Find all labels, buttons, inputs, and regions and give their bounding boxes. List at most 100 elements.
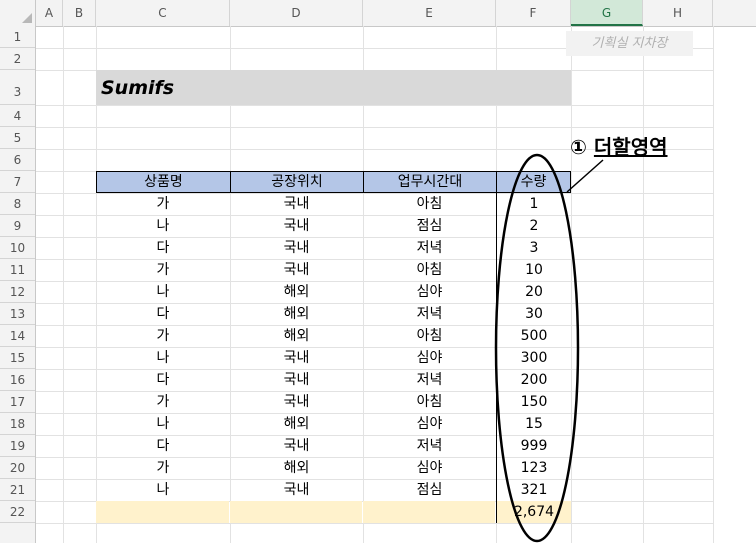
cell-product[interactable]: 나 bbox=[96, 413, 230, 435]
total-cell-factory[interactable] bbox=[230, 501, 362, 523]
row-header[interactable]: 4 bbox=[0, 105, 35, 127]
cell-quantity[interactable]: 200 bbox=[496, 369, 571, 391]
cell-shift[interactable]: 심야 bbox=[363, 457, 496, 479]
cell-shift[interactable]: 아침 bbox=[363, 259, 496, 281]
header-product[interactable]: 상품명 bbox=[96, 171, 230, 193]
row-header[interactable]: 20 bbox=[0, 457, 35, 479]
cell-product[interactable]: 가 bbox=[96, 325, 230, 347]
cell-shift[interactable]: 심야 bbox=[363, 413, 496, 435]
cell-product[interactable]: 나 bbox=[96, 281, 230, 303]
row-header[interactable]: 21 bbox=[0, 479, 35, 501]
row-header[interactable]: 12 bbox=[0, 281, 35, 303]
annotation-label: ① 더할영역 bbox=[570, 131, 668, 160]
cell-quantity[interactable]: 321 bbox=[496, 479, 571, 501]
cell-shift[interactable]: 저녁 bbox=[363, 435, 496, 457]
cell-factory[interactable]: 국내 bbox=[230, 215, 363, 237]
cell-shift[interactable]: 아침 bbox=[363, 193, 496, 215]
cell-shift[interactable]: 아침 bbox=[363, 325, 496, 347]
row-header[interactable]: 16 bbox=[0, 369, 35, 391]
row-header[interactable]: 19 bbox=[0, 435, 35, 457]
grid-line bbox=[571, 26, 572, 543]
cell-factory[interactable]: 해외 bbox=[230, 281, 363, 303]
row-header[interactable]: 22 bbox=[0, 501, 35, 523]
cell-quantity[interactable]: 150 bbox=[496, 391, 571, 413]
cell-product[interactable]: 나 bbox=[96, 479, 230, 501]
cell-quantity[interactable]: 500 bbox=[496, 325, 571, 347]
column-header-f[interactable]: F bbox=[496, 0, 571, 26]
header-shift[interactable]: 업무시간대 bbox=[363, 171, 496, 193]
cell-factory[interactable]: 해외 bbox=[230, 325, 363, 347]
cell-factory[interactable]: 국내 bbox=[230, 193, 363, 215]
header-factory[interactable]: 공장위치 bbox=[230, 171, 363, 193]
cell-factory[interactable]: 국내 bbox=[230, 435, 363, 457]
cell-shift[interactable]: 심야 bbox=[363, 347, 496, 369]
column-header-e[interactable]: E bbox=[363, 0, 496, 26]
column-header-g[interactable]: G bbox=[571, 0, 643, 26]
cell-quantity[interactable]: 20 bbox=[496, 281, 571, 303]
cell-product[interactable]: 가 bbox=[96, 193, 230, 215]
cell-product[interactable]: 나 bbox=[96, 215, 230, 237]
row-header[interactable]: 7 bbox=[0, 171, 35, 193]
cell-factory[interactable]: 국내 bbox=[230, 391, 363, 413]
row-header[interactable]: 6 bbox=[0, 149, 35, 171]
cell-shift[interactable]: 점심 bbox=[363, 479, 496, 501]
row-header[interactable]: 1 bbox=[0, 26, 35, 48]
cell-factory[interactable]: 해외 bbox=[230, 413, 363, 435]
column-header-b[interactable]: B bbox=[63, 0, 96, 26]
column-header-d[interactable]: D bbox=[230, 0, 363, 26]
row-header[interactable]: 2 bbox=[0, 48, 35, 70]
cell-quantity[interactable]: 2 bbox=[496, 215, 571, 237]
row-header[interactable]: 5 bbox=[0, 127, 35, 149]
row-header[interactable]: 3 bbox=[0, 70, 35, 105]
cell-shift[interactable]: 심야 bbox=[363, 281, 496, 303]
cell-shift[interactable]: 저녁 bbox=[363, 303, 496, 325]
cell-product[interactable]: 가 bbox=[96, 457, 230, 479]
cell-shift[interactable]: 저녁 bbox=[363, 369, 496, 391]
cell-factory[interactable]: 국내 bbox=[230, 237, 363, 259]
row-header[interactable]: 15 bbox=[0, 347, 35, 369]
cell-shift[interactable]: 저녁 bbox=[363, 237, 496, 259]
cell-factory[interactable]: 국내 bbox=[230, 347, 363, 369]
row-header[interactable]: 11 bbox=[0, 259, 35, 281]
cell-quantity[interactable]: 15 bbox=[496, 413, 571, 435]
cell-factory[interactable]: 국내 bbox=[230, 369, 363, 391]
cell-quantity[interactable]: 3 bbox=[496, 237, 571, 259]
total-cell-shift[interactable] bbox=[363, 501, 495, 523]
row-header[interactable]: 13 bbox=[0, 303, 35, 325]
total-cell-product[interactable] bbox=[96, 501, 229, 523]
grid-line bbox=[713, 26, 714, 543]
row-header[interactable]: 9 bbox=[0, 215, 35, 237]
column-header-a[interactable]: A bbox=[36, 0, 63, 26]
cell-quantity[interactable]: 10 bbox=[496, 259, 571, 281]
row-header[interactable]: 18 bbox=[0, 413, 35, 435]
cell-quantity[interactable]: 123 bbox=[496, 457, 571, 479]
cell-quantity[interactable]: 30 bbox=[496, 303, 571, 325]
column-header-h[interactable]: H bbox=[643, 0, 713, 26]
cell-product[interactable]: 다 bbox=[96, 303, 230, 325]
cell-factory[interactable]: 국내 bbox=[230, 259, 363, 281]
cell-product[interactable]: 다 bbox=[96, 435, 230, 457]
cell-factory[interactable]: 국내 bbox=[230, 479, 363, 501]
cell-product[interactable]: 나 bbox=[96, 347, 230, 369]
cell-quantity[interactable]: 999 bbox=[496, 435, 571, 457]
author-badge: 기획실 지차장 bbox=[566, 31, 693, 56]
total-quantity[interactable]: 2,674 bbox=[496, 501, 571, 523]
cell-factory[interactable]: 해외 bbox=[230, 457, 363, 479]
row-header[interactable]: 14 bbox=[0, 325, 35, 347]
row-header[interactable]: 10 bbox=[0, 237, 35, 259]
row-header[interactable]: 17 bbox=[0, 391, 35, 413]
cell-factory[interactable]: 해외 bbox=[230, 303, 363, 325]
select-all-button[interactable] bbox=[0, 0, 36, 26]
cell-shift[interactable]: 점심 bbox=[363, 215, 496, 237]
cell-product[interactable]: 가 bbox=[96, 391, 230, 413]
cell-quantity[interactable]: 300 bbox=[496, 347, 571, 369]
header-quantity[interactable]: 수량 bbox=[496, 171, 571, 193]
grid-line bbox=[36, 523, 713, 524]
cell-product[interactable]: 다 bbox=[96, 369, 230, 391]
cell-quantity[interactable]: 1 bbox=[496, 193, 571, 215]
cell-shift[interactable]: 아침 bbox=[363, 391, 496, 413]
cell-product[interactable]: 다 bbox=[96, 237, 230, 259]
column-header-c[interactable]: C bbox=[96, 0, 230, 26]
cell-product[interactable]: 가 bbox=[96, 259, 230, 281]
row-header[interactable]: 8 bbox=[0, 193, 35, 215]
